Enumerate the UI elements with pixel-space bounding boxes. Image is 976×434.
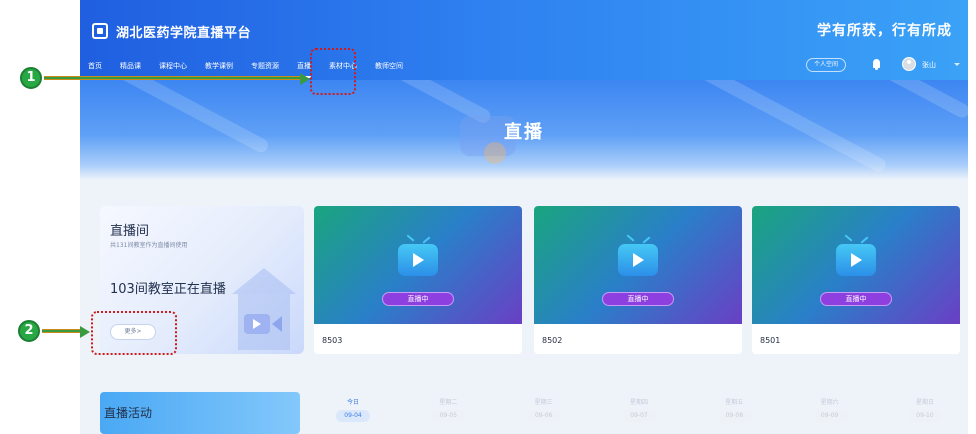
nav-item-home[interactable]: 首页 bbox=[88, 60, 102, 74]
live-card-room-name[interactable]: 8503 bbox=[322, 336, 342, 345]
annotation-arrow-head-2 bbox=[80, 326, 90, 338]
tv-antenna-shape bbox=[422, 236, 431, 244]
day-tab-date: 09-09 bbox=[812, 410, 847, 422]
live-card-thumbnail[interactable]: 直播中 bbox=[534, 206, 742, 324]
house-roof-shape bbox=[232, 268, 296, 294]
live-platform-app: 湖北医药学院直播平台 学有所获，行有所成 首页 精品课 课程中心 教学课例 专题… bbox=[80, 0, 968, 434]
live-status-badge: 直播中 bbox=[382, 292, 454, 306]
day-tab-date: 09-06 bbox=[526, 410, 561, 422]
room-panel-live-count: 103间教室正在直播 bbox=[110, 282, 226, 297]
day-tab-thursday[interactable]: 星期四 09-07 bbox=[604, 398, 674, 434]
nav-item-live[interactable]: 直播 bbox=[297, 60, 311, 78]
live-status-badge: 直播中 bbox=[602, 292, 674, 306]
step-marker-2: 2 bbox=[18, 320, 40, 342]
live-activity-title: 直播活动 bbox=[104, 406, 153, 420]
personal-space-button[interactable]: 个人空间 bbox=[806, 58, 846, 72]
week-day-tabs: 今日 09-04 星期二 09-05 星期三 09-06 星期四 09-07 星… bbox=[318, 398, 960, 434]
live-card-8502[interactable]: 直播中 8502 bbox=[534, 206, 742, 354]
day-tab-label: 星期六 bbox=[820, 399, 839, 406]
camera-lens-shape bbox=[272, 316, 282, 332]
day-tab-sunday[interactable]: 星期日 09-10 bbox=[890, 398, 960, 434]
top-header: 湖北医药学院直播平台 学有所获，行有所成 首页 精品课 课程中心 教学课例 专题… bbox=[80, 0, 968, 80]
room-panel-title: 直播间 bbox=[110, 224, 150, 239]
step-marker-1: 1 bbox=[20, 67, 42, 89]
tv-play-icon bbox=[618, 244, 658, 276]
annotation-arrow-2 bbox=[42, 329, 82, 333]
room-panel-subtitle: 共131间教室作为直播间使用 bbox=[110, 242, 188, 249]
screenshot-page: 湖北医药学院直播平台 学有所获，行有所成 首页 精品课 课程中心 教学课例 专题… bbox=[0, 0, 976, 434]
day-tab-label: 星期三 bbox=[534, 399, 553, 406]
highlight-box-nav-live bbox=[310, 48, 356, 95]
day-tab-date: 09-05 bbox=[431, 410, 466, 422]
tv-play-icon bbox=[398, 244, 438, 276]
day-tab-friday[interactable]: 星期五 09-08 bbox=[699, 398, 769, 434]
video-camera-icon bbox=[244, 314, 270, 334]
banner-decoration bbox=[788, 80, 968, 121]
house-illustration bbox=[228, 268, 298, 352]
day-tab-date: 09-07 bbox=[621, 410, 656, 422]
annotation-arrow-1 bbox=[44, 76, 302, 80]
banner-emoji-decoration bbox=[484, 142, 506, 164]
day-tab-wednesday[interactable]: 星期三 09-06 bbox=[509, 398, 579, 434]
live-card-thumbnail[interactable]: 直播中 bbox=[314, 206, 522, 324]
bell-icon[interactable] bbox=[873, 59, 880, 70]
live-banner: 直播 bbox=[80, 80, 968, 180]
logo-icon bbox=[92, 23, 108, 39]
day-tab-tuesday[interactable]: 星期二 09-05 bbox=[413, 398, 483, 434]
day-tab-today[interactable]: 今日 09-04 bbox=[318, 398, 388, 434]
live-card-8501[interactable]: 直播中 8501 bbox=[752, 206, 960, 354]
day-tab-label: 星期五 bbox=[725, 399, 744, 406]
day-tab-label: 今日 bbox=[346, 399, 359, 406]
live-card-thumbnail[interactable]: 直播中 bbox=[752, 206, 960, 324]
highlight-box-more-button bbox=[91, 311, 177, 355]
day-tab-saturday[interactable]: 星期六 09-09 bbox=[795, 398, 865, 434]
chevron-down-icon[interactable] bbox=[954, 63, 960, 66]
nav-item-featured-courses[interactable]: 精品课 bbox=[120, 60, 141, 74]
nav-item-topic-resources[interactable]: 专题资源 bbox=[251, 60, 279, 74]
tv-play-icon bbox=[836, 244, 876, 276]
day-tab-date: 09-08 bbox=[717, 410, 752, 422]
nav-item-course-center[interactable]: 课程中心 bbox=[159, 60, 187, 74]
day-tab-label: 星期四 bbox=[629, 399, 648, 406]
live-status-badge: 直播中 bbox=[820, 292, 892, 306]
live-card-room-name[interactable]: 8501 bbox=[760, 336, 780, 345]
day-tab-label: 星期二 bbox=[439, 399, 458, 406]
annotation-arrow-head-1 bbox=[300, 73, 310, 85]
tv-antenna-shape bbox=[860, 236, 869, 244]
live-card-room-name[interactable]: 8502 bbox=[542, 336, 562, 345]
tv-antenna-shape bbox=[642, 236, 651, 244]
nav-item-teacher-space[interactable]: 教师空间 bbox=[375, 60, 403, 74]
day-tab-label: 星期日 bbox=[915, 399, 934, 406]
user-name[interactable]: 张山 bbox=[922, 60, 936, 70]
nav-item-teaching-cases[interactable]: 教学课例 bbox=[205, 60, 233, 74]
avatar[interactable] bbox=[902, 57, 916, 71]
header-slogan: 学有所获，行有所成 bbox=[817, 23, 952, 39]
brand-title[interactable]: 湖北医药学院直播平台 bbox=[116, 22, 251, 41]
day-tab-date: 09-04 bbox=[336, 410, 370, 422]
main-nav: 首页 精品课 课程中心 教学课例 专题资源 直播 素材中心 教师空间 bbox=[88, 60, 421, 78]
live-card-8503[interactable]: 直播中 8503 bbox=[314, 206, 522, 354]
banner-title: 直播 bbox=[504, 122, 544, 143]
day-tab-date: 09-10 bbox=[907, 410, 942, 422]
